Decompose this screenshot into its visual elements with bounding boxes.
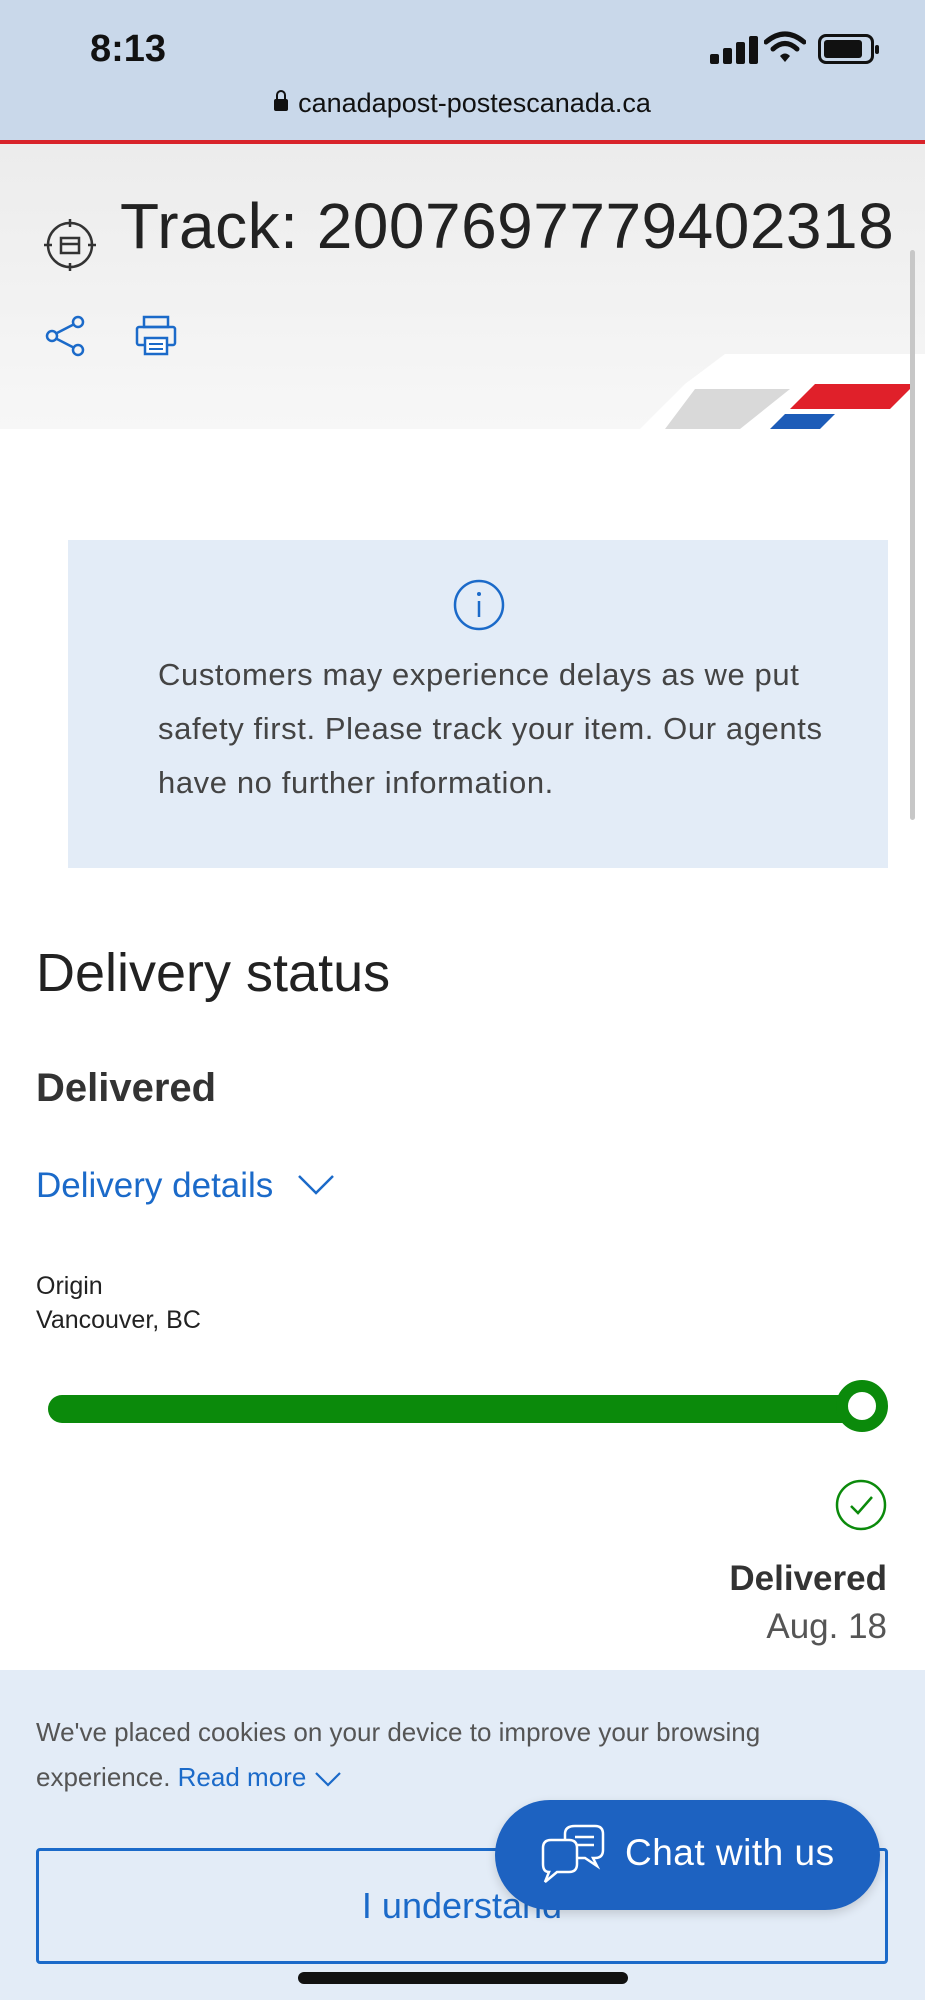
delivery-progress-fill [48, 1395, 886, 1423]
status-time: 8:13 [90, 28, 167, 70]
cookie-text-block: We've placed cookies on your device to i… [36, 1710, 856, 1800]
page-title: Track: 2007697779402318 [120, 190, 895, 262]
delivery-status-heading: Delivery status [36, 943, 391, 1003]
progress-end-marker [836, 1380, 888, 1432]
share-icon[interactable] [44, 314, 88, 358]
delivery-details-toggle[interactable]: Delivery details [36, 1166, 273, 1206]
final-status-date: Aug. 18 [766, 1607, 887, 1646]
browser-top-bar: 8:13 canadapost-postescanada.ca [0, 0, 925, 140]
wifi-icon [764, 31, 806, 62]
battery-icon [818, 34, 879, 64]
chevron-down-icon[interactable] [296, 1172, 336, 1198]
url-text: canadapost-postescanada.ca [298, 88, 651, 118]
cell-signal-icon [710, 34, 758, 64]
home-indicator[interactable] [298, 1972, 628, 1984]
read-more-link[interactable]: Read more [178, 1762, 307, 1792]
final-status: Delivered [729, 1559, 887, 1598]
delivery-status-value: Delivered [36, 1066, 217, 1110]
url-bar[interactable]: canadapost-postescanada.ca [0, 88, 925, 119]
print-icon[interactable] [134, 314, 178, 358]
delivery-progress-track [48, 1395, 886, 1423]
notice-text: Customers may experience delays as we pu… [158, 657, 823, 800]
origin-label: Origin [36, 1272, 103, 1300]
lock-icon [274, 90, 289, 111]
parcel-target-icon [44, 219, 96, 271]
check-circle-icon [835, 1479, 887, 1531]
info-notice: Customers may experience delays as we pu… [68, 540, 888, 868]
origin-value: Vancouver, BC [36, 1306, 201, 1334]
chevron-down-icon[interactable] [314, 1770, 342, 1788]
chat-with-us-button[interactable]: Chat with us [495, 1800, 880, 1910]
chat-bubbles-icon [541, 1824, 605, 1883]
chat-label: Chat with us [625, 1832, 835, 1873]
info-icon [453, 579, 505, 631]
page-scrollbar[interactable] [910, 250, 915, 820]
cookie-message: We've placed cookies on your device to i… [36, 1717, 761, 1792]
tracking-header: Track: 2007697779402318 [0, 144, 925, 574]
